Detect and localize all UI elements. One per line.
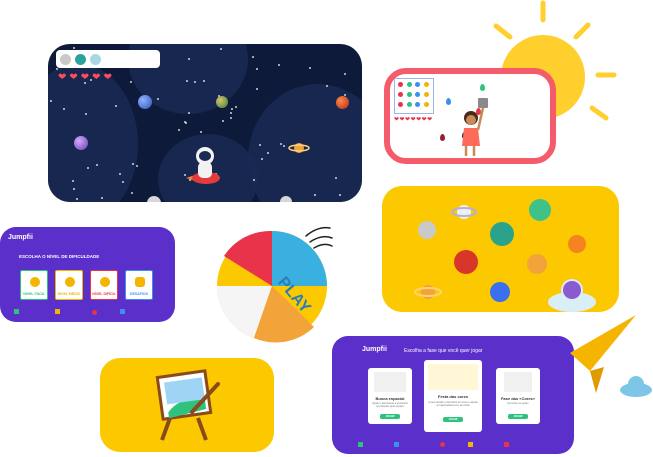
planet-icon bbox=[90, 53, 101, 65]
lives-hearts: ❤ ❤ ❤ ❤ ❤ bbox=[58, 72, 112, 83]
play-button[interactable]: JOGAR bbox=[508, 414, 528, 419]
phase-card[interactable]: Festa das cores A sua missão é descobrir… bbox=[424, 360, 482, 432]
planet[interactable] bbox=[74, 136, 88, 150]
planet[interactable] bbox=[138, 95, 152, 109]
phase-heading: Escolha a fase que você quer jogar bbox=[404, 348, 483, 354]
lives-hearts: ❤❤❤❤❤❤❤ bbox=[394, 117, 433, 123]
challenges-button[interactable]: DESAFIOS bbox=[125, 270, 153, 300]
star bbox=[177, 129, 180, 132]
level-hard-button[interactable]: NÍVEL DIFÍCIL bbox=[90, 270, 118, 300]
planet-icon bbox=[60, 53, 71, 65]
star bbox=[230, 116, 233, 119]
brand-logo: Jumpfii bbox=[8, 234, 33, 241]
brand-logo: Jumpfii bbox=[362, 346, 387, 353]
planet[interactable] bbox=[216, 96, 228, 108]
planet[interactable] bbox=[336, 96, 349, 109]
star bbox=[252, 178, 255, 181]
star bbox=[95, 163, 98, 166]
star bbox=[221, 119, 224, 122]
level-easy-button[interactable]: NÍVEL FÁCIL bbox=[20, 270, 48, 300]
painting-illustration bbox=[100, 358, 274, 452]
star bbox=[129, 80, 132, 83]
astronaut-icon[interactable] bbox=[184, 144, 224, 188]
star bbox=[130, 192, 133, 195]
space-game-screenshot[interactable]: ❤ ❤ ❤ ❤ ❤ bbox=[48, 44, 362, 202]
difficulty-screen[interactable]: Jumpfii ESCOLHA O NÍVEL DE DIFICULDADE N… bbox=[0, 227, 175, 322]
star bbox=[200, 130, 203, 133]
level-medium-button[interactable]: NÍVEL MÉDIO bbox=[55, 270, 83, 300]
star bbox=[344, 73, 347, 76]
play-button[interactable]: JOGAR bbox=[380, 414, 400, 419]
star bbox=[278, 64, 281, 67]
star bbox=[185, 122, 188, 125]
star bbox=[187, 112, 190, 115]
star bbox=[219, 47, 222, 50]
star bbox=[114, 105, 117, 107]
color-palette bbox=[394, 78, 434, 114]
play-button[interactable]: JOGAR bbox=[443, 417, 463, 422]
paint-drop bbox=[446, 98, 451, 105]
star bbox=[183, 120, 186, 123]
star bbox=[279, 143, 282, 146]
star bbox=[187, 57, 190, 60]
planet-icon bbox=[75, 53, 86, 65]
star bbox=[229, 112, 232, 115]
star bbox=[75, 197, 78, 200]
ringed-planet[interactable] bbox=[288, 140, 310, 156]
cloud-icon bbox=[620, 376, 652, 397]
star bbox=[62, 107, 65, 110]
star bbox=[256, 87, 259, 90]
difficulty-heading: ESCOLHA O NÍVEL DE DIFICULDADE bbox=[19, 254, 100, 259]
planets-illustration bbox=[382, 186, 619, 312]
star bbox=[72, 187, 75, 190]
star bbox=[193, 80, 196, 83]
star bbox=[251, 55, 254, 58]
star bbox=[309, 66, 312, 69]
star bbox=[131, 162, 134, 165]
girl-character[interactable] bbox=[454, 96, 490, 158]
star bbox=[256, 68, 259, 71]
paint-drop bbox=[480, 84, 485, 91]
phase-card[interactable]: Fase das «Cores» Encontre os pares JOGAR bbox=[496, 368, 540, 424]
star bbox=[73, 47, 76, 50]
easel-icon bbox=[155, 369, 220, 441]
paint-drop bbox=[440, 134, 445, 141]
phase-card[interactable]: Busca espacial Ajude o astronauta a enco… bbox=[368, 368, 412, 424]
collected-planets-hud bbox=[56, 50, 160, 68]
star bbox=[136, 165, 139, 168]
star bbox=[86, 166, 89, 169]
color-game-screenshot[interactable]: ❤❤❤❤❤❤❤ bbox=[384, 68, 556, 164]
phase-select-screen[interactable]: Jumpfii Escolha a fase que você quer jog… bbox=[332, 336, 574, 454]
star bbox=[230, 107, 233, 110]
star bbox=[55, 67, 58, 70]
star bbox=[121, 181, 124, 184]
beach-ball-icon: PLAY bbox=[217, 226, 333, 343]
star bbox=[325, 84, 328, 87]
star bbox=[100, 196, 103, 199]
star bbox=[234, 106, 237, 109]
star bbox=[50, 99, 53, 102]
